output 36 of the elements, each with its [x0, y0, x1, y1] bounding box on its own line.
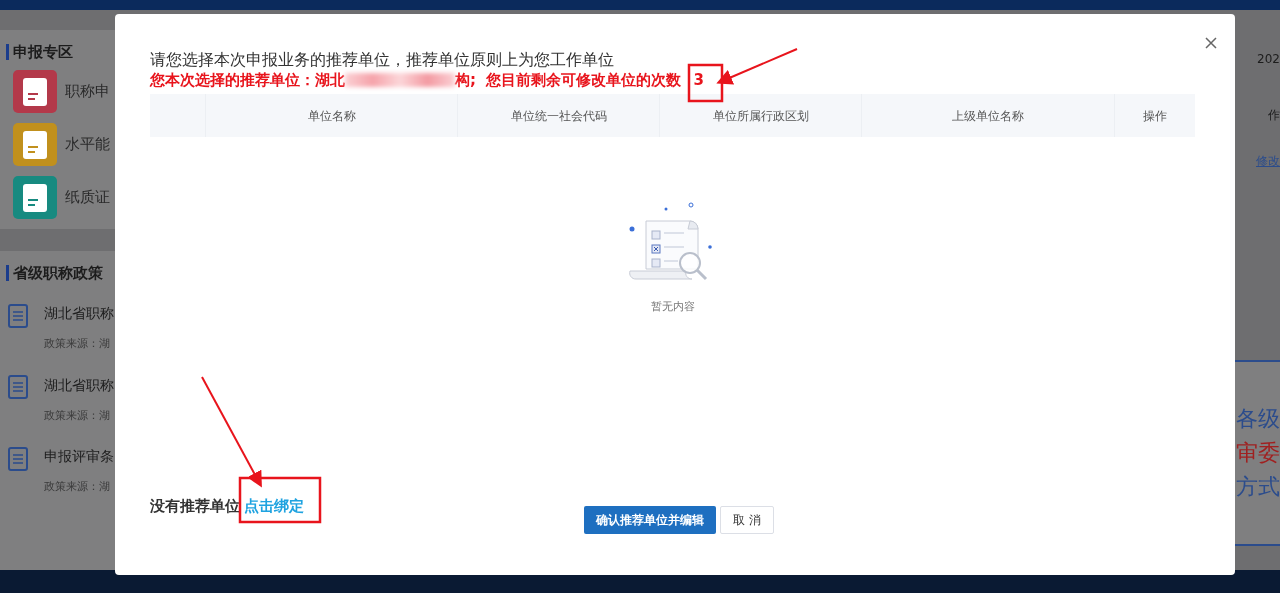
policy-source: 政策来源：湖: [44, 407, 111, 424]
policy-link[interactable]: 湖北省职称: [44, 374, 114, 396]
column-header: 操作: [1142, 107, 1168, 125]
app-label[interactable]: 纸质证: [65, 186, 110, 209]
highlight-box: [687, 63, 724, 103]
column-header: 单位统一社会代码: [458, 94, 660, 137]
app-label[interactable]: 水平能: [65, 133, 110, 156]
column-header: 上级单位名称: [862, 94, 1115, 137]
app-icon[interactable]: [13, 123, 57, 166]
policy-link[interactable]: 湖北省职称: [44, 303, 114, 324]
no-unit-text: 没有推荐单位: [150, 496, 240, 517]
empty-text: 暂无内容: [650, 299, 695, 315]
app-icon[interactable]: [13, 176, 57, 219]
policy-source: 政策来源：湖: [44, 336, 111, 352]
dialog-title: 请您选择本次申报业务的推荐单位，推荐单位原则上为您工作单位: [150, 50, 614, 70]
app-icon[interactable]: [13, 70, 57, 113]
document-icon: [8, 303, 28, 327]
app-label[interactable]: 职称申: [65, 80, 110, 103]
notice-text: 审委: [1236, 439, 1280, 467]
notice-text: 方式: [1236, 473, 1280, 501]
document-icon: [8, 446, 28, 470]
column-header: 单位名称: [206, 94, 458, 137]
column-header: 作: [1268, 107, 1280, 124]
confirm-button[interactable]: 确认推荐单位并编辑: [584, 506, 716, 534]
remaining-count: 3: [693, 70, 704, 90]
date-text: 202: [1257, 51, 1280, 68]
policy-link[interactable]: 申报评审条: [44, 446, 114, 467]
document-icon: [8, 374, 28, 399]
cancel-button[interactable]: 取 消: [720, 506, 774, 534]
bind-link[interactable]: 点击绑定: [244, 495, 304, 518]
notice-text: 各级: [1236, 405, 1280, 433]
selection-text: 您本次选择的推荐单位：湖北: [150, 70, 345, 90]
remaining-text: 构; 您目前剩余可修改单位的次数: [455, 70, 682, 90]
column-header: 单位所属行政区划: [660, 94, 862, 137]
policy-source: 政策来源：湖: [44, 479, 111, 495]
close-icon: [1205, 36, 1217, 49]
